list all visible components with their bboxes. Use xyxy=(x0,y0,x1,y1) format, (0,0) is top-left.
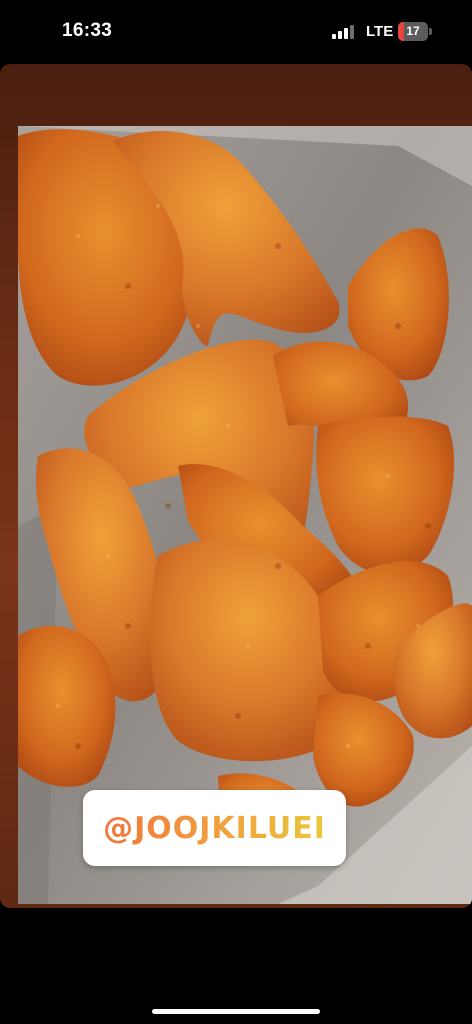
status-time: 16:33 xyxy=(62,20,113,41)
cellular-signal-icon xyxy=(332,25,356,39)
mention-sticker[interactable]: @JOOJKILUEI xyxy=(83,790,346,866)
phone-screen: 16:33 LTE 17 @JOOJKILUEI xyxy=(0,0,472,1024)
carrier-label: LTE xyxy=(366,23,394,40)
battery-icon: 17 xyxy=(398,22,432,41)
mention-text: @JOOJKILUEI xyxy=(103,810,326,846)
battery-level: 17 xyxy=(406,24,420,38)
battery-body: 17 xyxy=(398,22,428,41)
home-indicator[interactable] xyxy=(152,1009,320,1014)
story-card[interactable]: @JOOJKILUEI xyxy=(0,64,472,908)
battery-cap xyxy=(429,28,432,35)
chicken-wings-photo[interactable] xyxy=(18,126,472,904)
status-bar: 16:33 LTE 17 xyxy=(0,0,472,64)
